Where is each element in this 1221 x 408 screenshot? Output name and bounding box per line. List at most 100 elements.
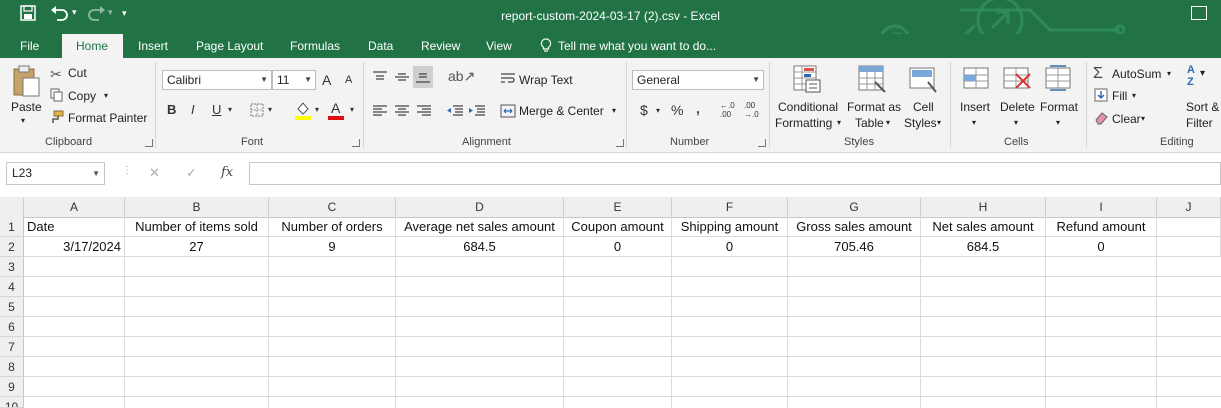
font-launcher-icon[interactable]	[352, 139, 360, 147]
format-as-table-dropdown-icon[interactable]: ▾	[886, 118, 890, 127]
formula-input[interactable]	[249, 162, 1221, 185]
ribbon-display-options-icon[interactable]	[1191, 6, 1207, 20]
align-right-icon[interactable]	[416, 104, 432, 121]
row-header[interactable]: 7	[0, 337, 24, 357]
row-header[interactable]: 9	[0, 377, 24, 397]
delete-cells-button[interactable]: Delete	[1000, 100, 1035, 114]
cancel-icon[interactable]: ✕	[149, 165, 160, 181]
row-header[interactable]: 3	[0, 257, 24, 277]
fill-color-icon[interactable]	[294, 100, 312, 123]
column-header-a[interactable]: A	[24, 197, 125, 217]
font-size-select[interactable]: 11 ▼	[272, 70, 316, 90]
cell-g1[interactable]: Gross sales amount	[788, 217, 921, 237]
tell-me-search[interactable]: Tell me what you want to do...	[558, 39, 716, 53]
align-bottom-icon[interactable]	[413, 66, 433, 88]
tab-insert[interactable]: Insert	[138, 39, 168, 53]
borders-dropdown-icon[interactable]: ▾	[268, 105, 272, 114]
column-header-d[interactable]: D	[396, 197, 564, 217]
column-header-e[interactable]: E	[564, 197, 672, 217]
font-color-dropdown-icon[interactable]: ▾	[350, 105, 354, 114]
insert-function-icon[interactable]: fx	[221, 165, 233, 180]
cell-a1[interactable]: Date	[24, 217, 125, 237]
autosum-button[interactable]: AutoSum	[1112, 67, 1161, 81]
row-header[interactable]: 1	[0, 217, 24, 237]
comma-button[interactable]: ‚	[696, 100, 700, 116]
clear-button[interactable]: Clear	[1112, 112, 1141, 126]
row-header[interactable]: 6	[0, 317, 24, 337]
cell-styles-button[interactable]: Cell	[913, 100, 934, 114]
chevron-down-icon[interactable]: ▼	[92, 163, 100, 184]
tab-view[interactable]: View	[486, 39, 512, 53]
cell-c1[interactable]: Number of orders	[269, 217, 396, 237]
tab-formulas[interactable]: Formulas	[290, 39, 340, 53]
autosum-dropdown-icon[interactable]: ▾	[1167, 69, 1171, 78]
copy-button[interactable]: Copy	[68, 89, 96, 103]
underline-button[interactable]: U	[212, 102, 221, 117]
grow-font-button[interactable]: A	[322, 72, 331, 88]
bold-button[interactable]: B	[167, 102, 176, 117]
column-header-g[interactable]: G	[788, 197, 921, 217]
row-header[interactable]: 5	[0, 297, 24, 317]
row-header[interactable]: 8	[0, 357, 24, 377]
clipboard-launcher-icon[interactable]	[145, 139, 153, 147]
cell-d1[interactable]: Average net sales amount	[396, 217, 564, 237]
cell-f1[interactable]: Shipping amount	[672, 217, 788, 237]
format-dropdown-icon[interactable]: ▾	[1056, 118, 1060, 127]
sort-filter-button[interactable]: Sort &	[1186, 100, 1219, 114]
insert-cells-button[interactable]: Insert	[960, 100, 990, 114]
cell-g2[interactable]: 705.46	[788, 237, 921, 257]
italic-button[interactable]: I	[191, 102, 195, 117]
align-middle-icon[interactable]	[394, 70, 410, 87]
delete-dropdown-icon[interactable]: ▾	[1014, 118, 1018, 127]
format-painter-button[interactable]: Format Painter	[68, 111, 147, 125]
column-header-c[interactable]: C	[269, 197, 396, 217]
underline-dropdown-icon[interactable]: ▾	[228, 105, 232, 114]
alignment-launcher-icon[interactable]	[616, 139, 624, 147]
cell-j2[interactable]	[1157, 237, 1221, 257]
number-launcher-icon[interactable]	[758, 139, 766, 147]
decrease-indent-icon[interactable]	[446, 104, 464, 121]
merge-dropdown-icon[interactable]: ▾	[612, 106, 616, 115]
cell-b1[interactable]: Number of items sold	[125, 217, 269, 237]
column-header-h[interactable]: H	[921, 197, 1046, 217]
cell-c2[interactable]: 9	[269, 237, 396, 257]
cell-j1[interactable]	[1157, 217, 1221, 237]
currency-button[interactable]: $	[640, 102, 648, 118]
format-as-table-button[interactable]: Format as	[847, 100, 901, 114]
conditional-formatting-button[interactable]: Conditional	[778, 100, 838, 114]
cell-h2[interactable]: 684.5	[921, 237, 1046, 257]
insert-dropdown-icon[interactable]: ▾	[972, 118, 976, 127]
borders-icon[interactable]	[250, 103, 264, 120]
name-box[interactable]: L23 ▼	[6, 162, 105, 185]
cell-e1[interactable]: Coupon amount	[564, 217, 672, 237]
tab-file[interactable]: File	[20, 39, 39, 53]
conditional-dropdown-icon[interactable]: ▾	[837, 118, 841, 127]
row-header[interactable]: 10	[0, 397, 24, 408]
column-header-f[interactable]: F	[672, 197, 788, 217]
cut-button[interactable]: Cut	[68, 66, 87, 80]
increase-decimal-icon[interactable]: ←.0.00	[720, 101, 735, 119]
currency-dropdown-icon[interactable]: ▾	[656, 106, 660, 115]
select-all-corner[interactable]	[0, 197, 24, 217]
row-header[interactable]: 4	[0, 277, 24, 297]
number-format-select[interactable]: General ▼	[632, 70, 764, 90]
align-left-icon[interactable]	[372, 104, 388, 121]
copy-dropdown-icon[interactable]: ▾	[104, 91, 108, 100]
paste-dropdown-icon[interactable]: ▾	[21, 116, 25, 125]
formula-bar-splitter-icon[interactable]: ⋮	[122, 165, 132, 176]
enter-icon[interactable]: ✓	[186, 165, 197, 181]
row-header[interactable]: 2	[0, 237, 24, 257]
cell-d2[interactable]: 684.5	[396, 237, 564, 257]
wrap-text-button[interactable]: Wrap Text	[519, 73, 573, 87]
align-top-icon[interactable]	[372, 70, 388, 87]
fill-color-dropdown-icon[interactable]: ▾	[315, 105, 319, 114]
fill-button[interactable]: Fill	[1112, 89, 1127, 103]
fill-dropdown-icon[interactable]: ▾	[1132, 91, 1136, 100]
tab-home[interactable]: Home	[62, 34, 123, 58]
column-header-b[interactable]: B	[125, 197, 269, 217]
cell-h1[interactable]: Net sales amount	[921, 217, 1046, 237]
clear-dropdown-icon[interactable]: ▾	[1141, 114, 1145, 123]
cell-b2[interactable]: 27	[125, 237, 269, 257]
column-header-i[interactable]: I	[1046, 197, 1157, 217]
cell-i1[interactable]: Refund amount	[1046, 217, 1157, 237]
